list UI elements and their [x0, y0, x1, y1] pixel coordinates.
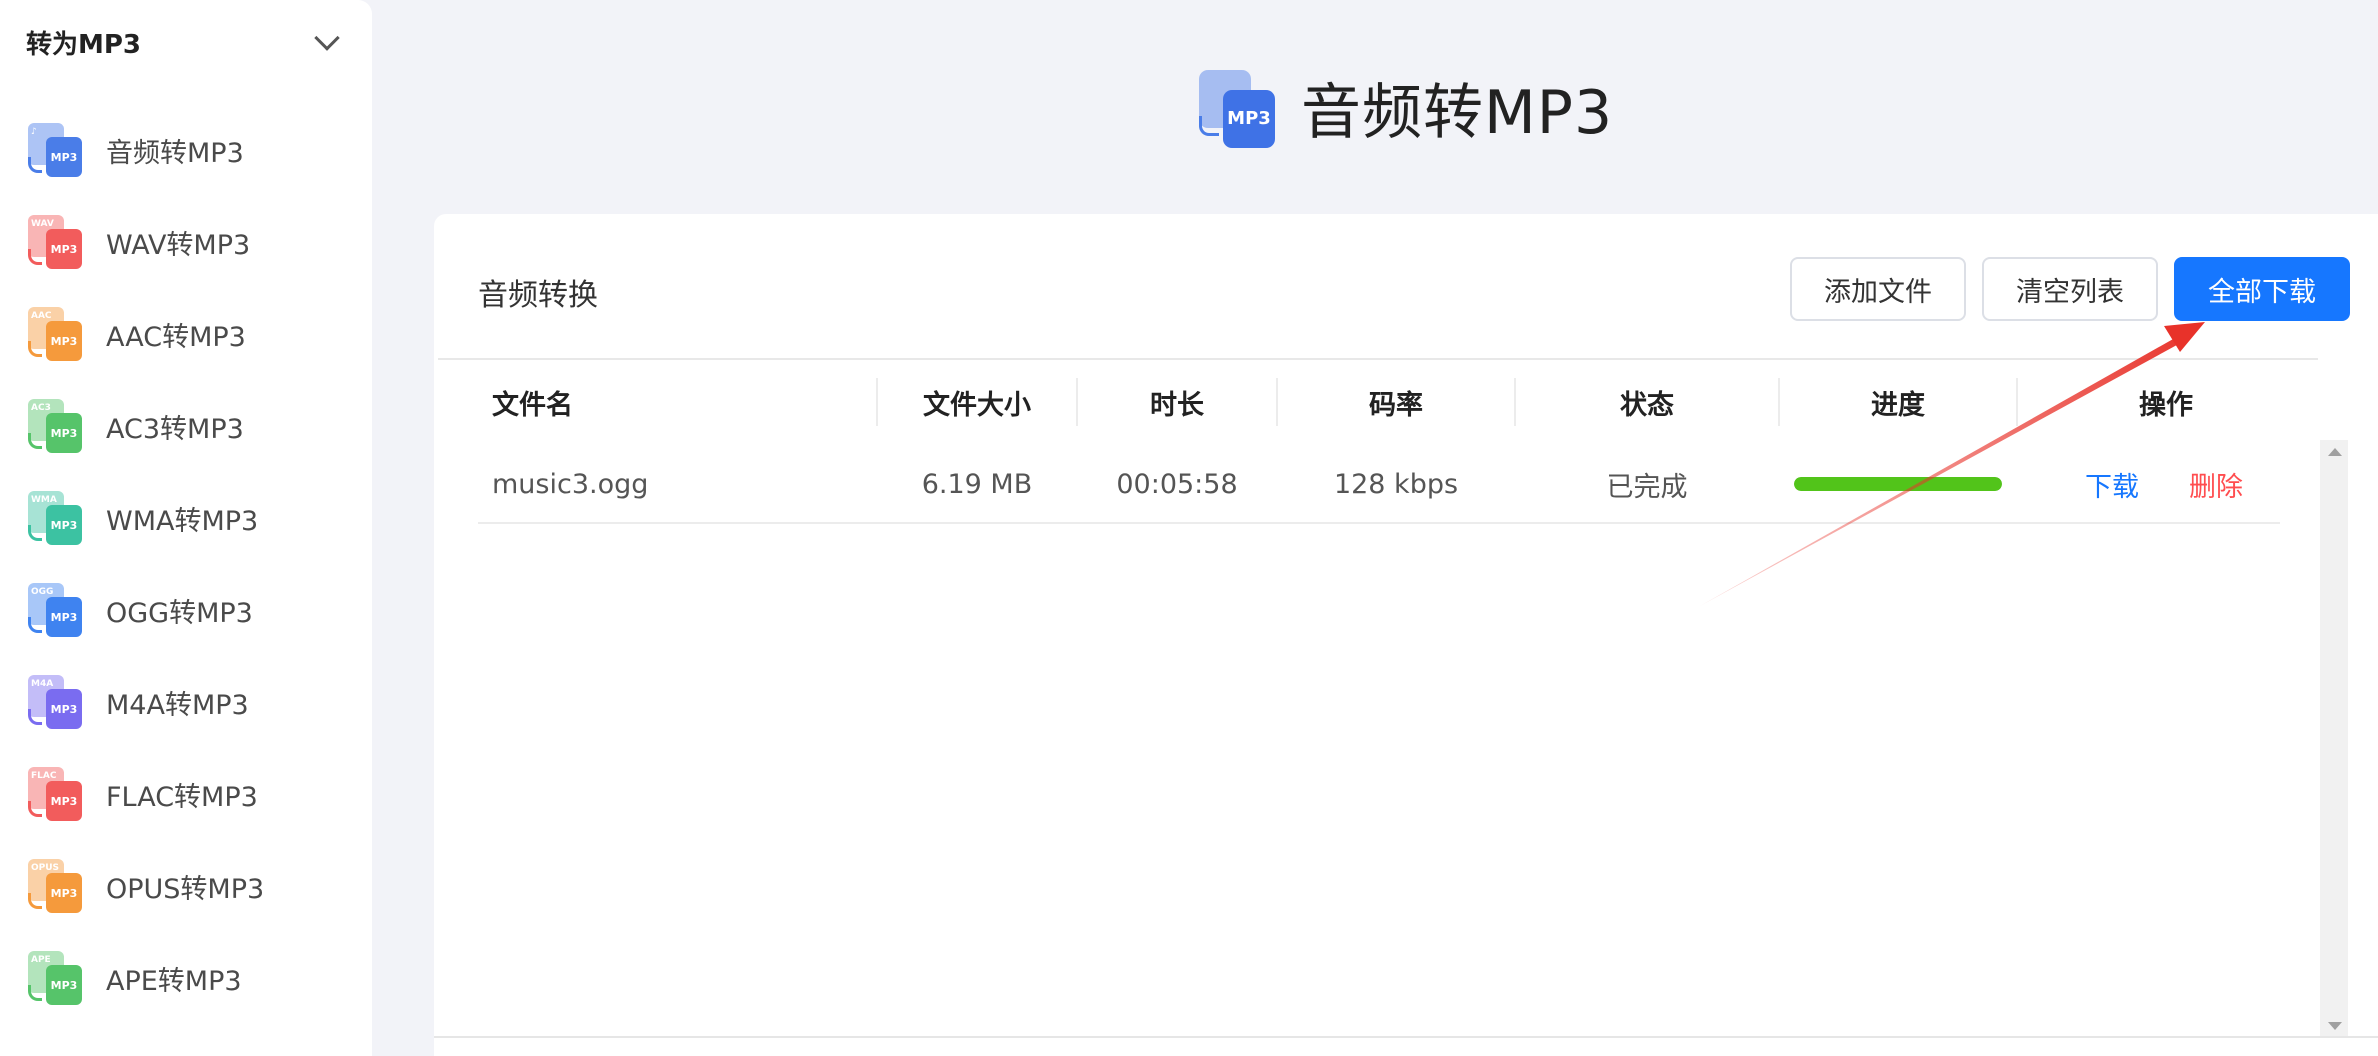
file-table: 文件名 文件大小 时长 码率 状态 进度 操作 music3.ogg 6.19 … [438, 358, 2318, 524]
file-format-icon: FLAC MP3 [26, 765, 84, 823]
chevron-down-icon[interactable] [314, 25, 340, 51]
progress-fill [1794, 477, 2002, 491]
sidebar-item[interactable]: WAV MP3 WAV转MP3 [0, 196, 372, 288]
sidebar-item[interactable]: AAC MP3 AAC转MP3 [0, 288, 372, 380]
col-bitrate: 码率 [1369, 389, 1423, 421]
sidebar-item[interactable]: ♪ MP3 音频转MP3 [0, 104, 372, 196]
file-format-icon: OPUS MP3 [26, 857, 84, 915]
table-header: 文件名 文件大小 时长 码率 状态 进度 操作 [438, 358, 2318, 444]
page-title: 音频转MP3 [1301, 78, 1614, 148]
col-filename: 文件名 [492, 389, 573, 421]
sidebar-item-label: OPUS转MP3 [106, 873, 265, 905]
cell-size: 6.19 MB [921, 468, 1033, 500]
converter-panel [434, 214, 2378, 1056]
sidebar-item-label: AC3转MP3 [106, 413, 244, 445]
cell-filename: music3.ogg [492, 468, 649, 500]
sidebar-item-label: AAC转MP3 [106, 321, 246, 353]
sidebar-item[interactable]: AC3 MP3 AC3转MP3 [0, 380, 372, 472]
scroll-down-icon[interactable] [2328, 1022, 2342, 1030]
sidebar-item[interactable]: OPUS MP3 OPUS转MP3 [0, 840, 372, 932]
clear-list-button[interactable]: 清空列表 [1982, 257, 2158, 321]
file-format-icon: APE MP3 [26, 949, 84, 1007]
file-format-icon: ♪ MP3 [26, 121, 84, 179]
sidebar-list: ♪ MP3 音频转MP3 WAV MP3 WAV转MP3 AAC MP3 AAC转MP3 AC3 M… [0, 104, 372, 1024]
sidebar-item[interactable]: FLAC MP3 FLAC转MP3 [0, 748, 372, 840]
table-scrollbar[interactable] [2320, 440, 2348, 1038]
sidebar-title: 转为MP3 [26, 29, 142, 60]
col-progress: 进度 [1871, 389, 1925, 421]
progress-bar [1780, 454, 2016, 514]
col-size: 文件大小 [923, 389, 1031, 421]
file-format-icon: WMA MP3 [26, 489, 84, 547]
sidebar-item[interactable]: WMA MP3 WMA转MP3 [0, 472, 372, 564]
file-format-icon: OGG MP3 [26, 581, 84, 639]
music-mp3-icon: MP3 [1195, 66, 1279, 150]
file-format-icon: AC3 MP3 [26, 397, 84, 455]
panel-title: 音频转换 [478, 278, 598, 313]
sidebar-header[interactable]: 转为MP3 [0, 0, 372, 84]
col-actions: 操作 [2139, 389, 2193, 421]
scroll-up-icon[interactable] [2328, 448, 2342, 456]
cell-status: 已完成 [1606, 471, 1688, 503]
col-status: 状态 [1620, 389, 1674, 421]
sidebar-item-label: M4A转MP3 [106, 689, 249, 721]
cell-bitrate: 128 kbps [1333, 468, 1459, 500]
sidebar-item[interactable]: APE MP3 APE转MP3 [0, 932, 372, 1024]
download-all-button[interactable]: 全部下载 [2174, 257, 2350, 321]
table-row: music3.ogg 6.19 MB 00:05:58 128 kbps 已完成… [478, 444, 2280, 524]
sidebar: 转为MP3 ♪ MP3 音频转MP3 WAV MP3 WAV转MP3 AAC MP3 AAC转M… [0, 0, 372, 1056]
sidebar-item-label: WAV转MP3 [106, 229, 251, 261]
cell-duration: 00:05:58 [1116, 468, 1238, 500]
progress-track [1794, 477, 2002, 491]
add-file-button[interactable]: 添加文件 [1790, 257, 1966, 321]
col-duration: 时长 [1150, 389, 1204, 421]
file-format-icon: WAV MP3 [26, 213, 84, 271]
file-format-icon: M4A MP3 [26, 673, 84, 731]
sidebar-item-label: FLAC转MP3 [106, 781, 258, 813]
sidebar-item-label: WMA转MP3 [106, 505, 259, 537]
download-link[interactable]: 下载 [2062, 454, 2162, 514]
sidebar-item[interactable]: OGG MP3 OGG转MP3 [0, 564, 372, 656]
sidebar-item-label: APE转MP3 [106, 965, 242, 997]
divider [434, 1036, 2378, 1038]
page-header: MP3 音频转MP3 [1195, 64, 1613, 151]
delete-link[interactable]: 删除 [2166, 454, 2266, 514]
sidebar-item-label: OGG转MP3 [106, 597, 253, 629]
file-format-icon: AAC MP3 [26, 305, 84, 363]
sidebar-item-label: 音频转MP3 [106, 137, 244, 169]
sidebar-item[interactable]: M4A MP3 M4A转MP3 [0, 656, 372, 748]
